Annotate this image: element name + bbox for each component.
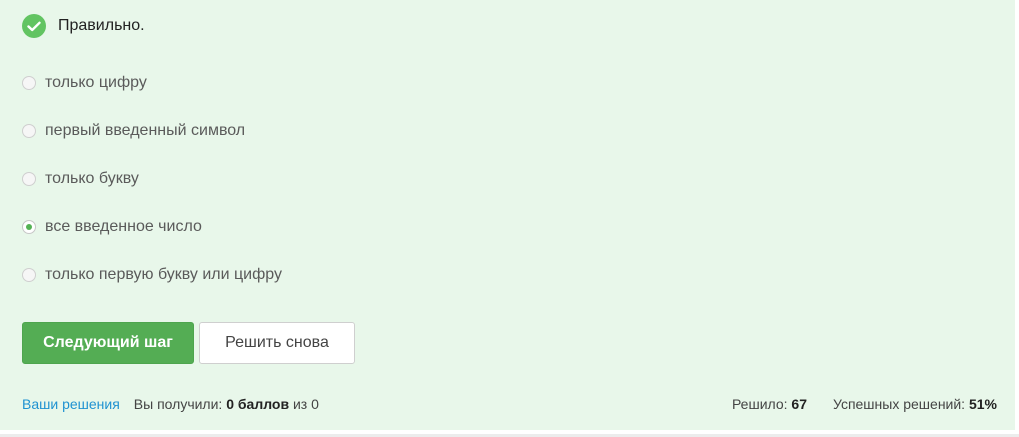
- check-icon: [22, 14, 46, 38]
- status-text: Правильно.: [58, 17, 145, 34]
- success-label: Успешных решений:: [832, 396, 966, 412]
- option-label: первый введенный символ: [45, 122, 246, 139]
- quiz-result-panel: Правильно. только цифру первый введенный…: [0, 0, 1015, 430]
- option-label: только цифру: [45, 74, 147, 91]
- option-item[interactable]: только букву: [22, 170, 139, 188]
- solved-label: Решило:: [731, 396, 788, 412]
- option-label: все введенное число: [45, 218, 202, 235]
- option-item[interactable]: первый введенный символ: [22, 122, 245, 140]
- your-solutions-link[interactable]: Ваши решения: [22, 396, 120, 412]
- radio-button[interactable]: [22, 76, 36, 90]
- radio-button[interactable]: [22, 172, 36, 186]
- next-step-button[interactable]: Следующий шаг: [22, 322, 194, 364]
- retry-button[interactable]: Решить снова: [199, 322, 355, 364]
- radio-button[interactable]: [22, 124, 36, 138]
- score-suffix: из 0: [292, 396, 319, 412]
- footer-stats: Решило: 67 Успешных решений: 51%: [732, 396, 997, 412]
- radio-button[interactable]: [22, 268, 36, 282]
- option-label: только первую букву или цифру: [45, 266, 282, 283]
- solved-count: Решило: 67: [732, 396, 807, 412]
- radio-button-selected[interactable]: [22, 220, 36, 234]
- score-value: 0 баллов: [226, 396, 290, 412]
- option-item-selected[interactable]: все введенное число: [22, 218, 202, 236]
- footer-left: Ваши решения Вы получили: 0 баллов из 0: [22, 396, 319, 412]
- solved-value: 67: [791, 396, 807, 412]
- result-status: Правильно.: [22, 14, 145, 38]
- score-prefix: Вы получили:: [133, 396, 223, 412]
- option-item[interactable]: только первую букву или цифру: [22, 266, 282, 284]
- option-label: только букву: [45, 170, 139, 187]
- success-rate: Успешных решений: 51%: [833, 396, 997, 412]
- option-item[interactable]: только цифру: [22, 74, 147, 92]
- success-value: 51%: [968, 396, 997, 412]
- score-text: Вы получили: 0 баллов из 0: [134, 396, 319, 412]
